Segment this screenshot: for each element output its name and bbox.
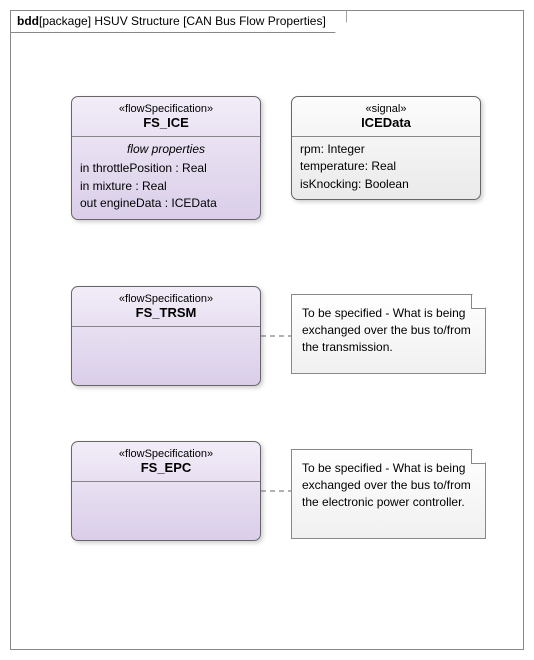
bdd-frame: bdd[package] HSUV Structure [CAN Bus Flo…	[10, 10, 524, 650]
name-fs-ice: FS_ICE	[76, 115, 256, 130]
block-head-fs-trsm: «flowSpecification» FS_TRSM	[72, 287, 260, 326]
name-fs-epc: FS_EPC	[76, 460, 256, 475]
block-head-icedata: «signal» ICEData	[292, 97, 480, 136]
fs-epc-compartment	[72, 482, 260, 537]
fs-trsm-compartment	[72, 327, 260, 382]
icedata-prop: rpm: Integer	[300, 141, 472, 158]
note-trsm-text: To be specified - What is being exchange…	[302, 306, 471, 354]
fs-ice-prop: in throttlePosition : Real	[80, 160, 252, 177]
icedata-compartment: rpm: Integer temperature: Real isKnockin…	[292, 137, 480, 199]
note-fold-icon	[471, 450, 485, 464]
note-epc: To be specified - What is being exchange…	[291, 449, 486, 539]
frame-title: [package] HSUV Structure [CAN Bus Flow P…	[39, 14, 326, 28]
stereo-fs-ice: «flowSpecification»	[76, 103, 256, 115]
frame-kind: bdd	[17, 14, 39, 28]
frame-header: bdd[package] HSUV Structure [CAN Bus Flo…	[11, 11, 347, 33]
block-head-fs-ice: «flowSpecification» FS_ICE	[72, 97, 260, 136]
note-trsm: To be specified - What is being exchange…	[291, 294, 486, 374]
stereo-icedata: «signal»	[296, 103, 476, 115]
block-fs-epc: «flowSpecification» FS_EPC	[71, 441, 261, 541]
name-fs-trsm: FS_TRSM	[76, 305, 256, 320]
fs-ice-prop: out engineData : ICEData	[80, 195, 252, 212]
icedata-prop: temperature: Real	[300, 158, 472, 175]
block-icedata: «signal» ICEData rpm: Integer temperatur…	[291, 96, 481, 200]
block-head-fs-epc: «flowSpecification» FS_EPC	[72, 442, 260, 481]
name-icedata: ICEData	[296, 115, 476, 130]
fs-ice-compartment-title: flow properties	[80, 141, 252, 158]
block-fs-ice: «flowSpecification» FS_ICE flow properti…	[71, 96, 261, 220]
fs-ice-prop: in mixture : Real	[80, 178, 252, 195]
icedata-prop: isKnocking: Boolean	[300, 176, 472, 193]
note-fold-icon	[471, 295, 485, 309]
block-fs-trsm: «flowSpecification» FS_TRSM	[71, 286, 261, 386]
stereo-fs-epc: «flowSpecification»	[76, 448, 256, 460]
note-epc-text: To be specified - What is being exchange…	[302, 461, 471, 509]
stereo-fs-trsm: «flowSpecification»	[76, 293, 256, 305]
fs-ice-compartment: flow properties in throttlePosition : Re…	[72, 137, 260, 219]
